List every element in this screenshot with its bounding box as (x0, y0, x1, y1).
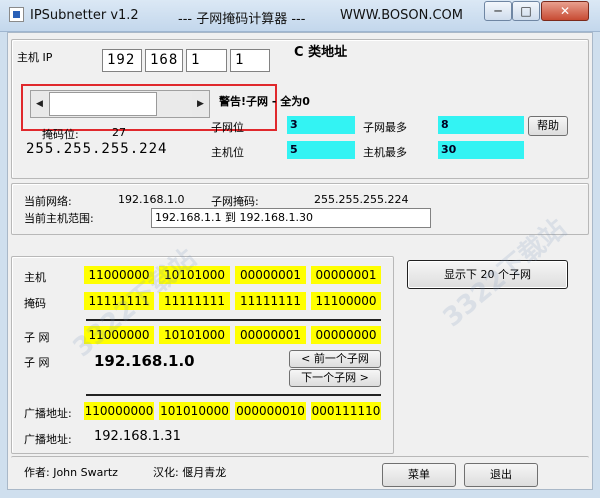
warning-text: 警告!子网 - 全为0 (219, 95, 310, 108)
current-network-value: 192.168.1.0 (118, 193, 185, 206)
broadcast-octet-3: 000000010 (235, 402, 306, 420)
window-subtitle: --- 子网掩码计算器 --- (178, 12, 306, 27)
host-range-label: 当前主机范围: (24, 212, 94, 225)
ip-octet-2[interactable]: 168 (145, 49, 183, 72)
help-button[interactable]: 帮助 (528, 116, 568, 136)
broadcast-octet-4: 000111110 (311, 402, 381, 420)
host-range-field[interactable]: 192.168.1.1 到 192.168.1.30 (151, 208, 431, 228)
app-title: IPSubnetter v1.2 (30, 8, 139, 23)
host-octet-3: 00000001 (235, 266, 306, 284)
broadcast-binary-label: 广播地址: (24, 407, 72, 420)
binary-mask-label: 掩码 (24, 297, 46, 310)
host-ip-label: 主机 IP (17, 51, 53, 64)
current-mask-value: 255.255.255.224 (314, 193, 409, 206)
prev-subnet-button[interactable]: < 前一个子网 (289, 350, 381, 368)
subnet-octet-2: 10101000 (159, 326, 230, 344)
show-next-20-subnets-button[interactable]: 显示下 20 个子网 (407, 260, 568, 289)
author-label: 作者: John Swartz (24, 466, 118, 479)
subnet-octet-1: 11000000 (84, 326, 154, 344)
host-bits-value: 5 (287, 141, 355, 159)
max-hosts-value: 30 (438, 141, 524, 159)
broadcast-dotted-label: 广播地址: (24, 433, 72, 446)
subnet-bits-label: 子网位 (211, 121, 244, 134)
mask-bits-value: 27 (112, 126, 126, 139)
mask-octet-1: 11111111 (84, 292, 154, 310)
broadcast-octet-1: 110000000 (84, 402, 154, 420)
broadcast-octet-2: 101010000 (159, 402, 230, 420)
subnet-octet-4: 00000000 (311, 326, 381, 344)
host-octet-4: 00000001 (311, 266, 381, 284)
title-bar: IPSubnetter v1.2 --- 子网掩码计算器 --- WWW.BOS… (0, 0, 600, 32)
ip-octet-3[interactable]: 1 (186, 49, 227, 72)
minimize-button[interactable]: ─ (484, 1, 512, 21)
app-icon (9, 7, 24, 22)
main-panel: 主机 IP 192 168 1 1 C 类地址 ◀ ▶ 警告!子网 - 全为0 … (7, 32, 593, 490)
current-network-label: 当前网络: (24, 195, 72, 208)
minimize-icon: ─ (494, 4, 502, 18)
host-octet-1: 11000000 (84, 266, 154, 284)
subnet-dotted-value: 192.168.1.0 (94, 352, 195, 370)
next-subnet-button[interactable]: 下一个子网 > (289, 369, 381, 387)
broadcast-dotted-value: 192.168.1.31 (94, 429, 181, 444)
ip-octet-4[interactable]: 1 (230, 49, 270, 72)
max-subnets-label: 子网最多 (363, 121, 407, 134)
max-hosts-label: 主机最多 (363, 146, 407, 159)
website-label: WWW.BOSON.COM (340, 8, 463, 23)
current-mask-label: 子网掩码: (211, 195, 259, 208)
subnet-bits-value: 3 (287, 116, 355, 134)
exit-button[interactable]: 退出 (464, 463, 538, 487)
subnet-dotted-label: 子 网 (24, 356, 50, 369)
close-button[interactable]: ✕ (541, 1, 589, 21)
mask-octet-4: 11100000 (311, 292, 381, 310)
broadcast-divider (86, 394, 381, 396)
max-subnets-value: 8 (438, 116, 524, 134)
translator-label: 汉化: 偃月青龙 (153, 466, 227, 479)
maximize-icon: □ (520, 4, 532, 18)
close-icon: ✕ (559, 4, 571, 18)
menu-button[interactable]: 菜单 (382, 463, 456, 487)
ip-octet-1[interactable]: 192 (102, 49, 142, 72)
mask-octet-2: 11111111 (159, 292, 230, 310)
mask-dotted-value: 255.255.255.224 (26, 141, 168, 157)
subnet-octet-3: 00000001 (235, 326, 306, 344)
binary-subnet-label: 子 网 (24, 331, 50, 344)
maximize-button[interactable]: □ (512, 1, 540, 21)
mask-octet-3: 11111111 (235, 292, 306, 310)
ip-class-label: C 类地址 (294, 45, 348, 60)
mask-divider (86, 319, 381, 321)
host-bits-label: 主机位 (211, 146, 244, 159)
mask-bits-label: 掩码位: (42, 128, 79, 141)
host-octet-2: 10101000 (159, 266, 230, 284)
binary-host-label: 主机 (24, 271, 46, 284)
